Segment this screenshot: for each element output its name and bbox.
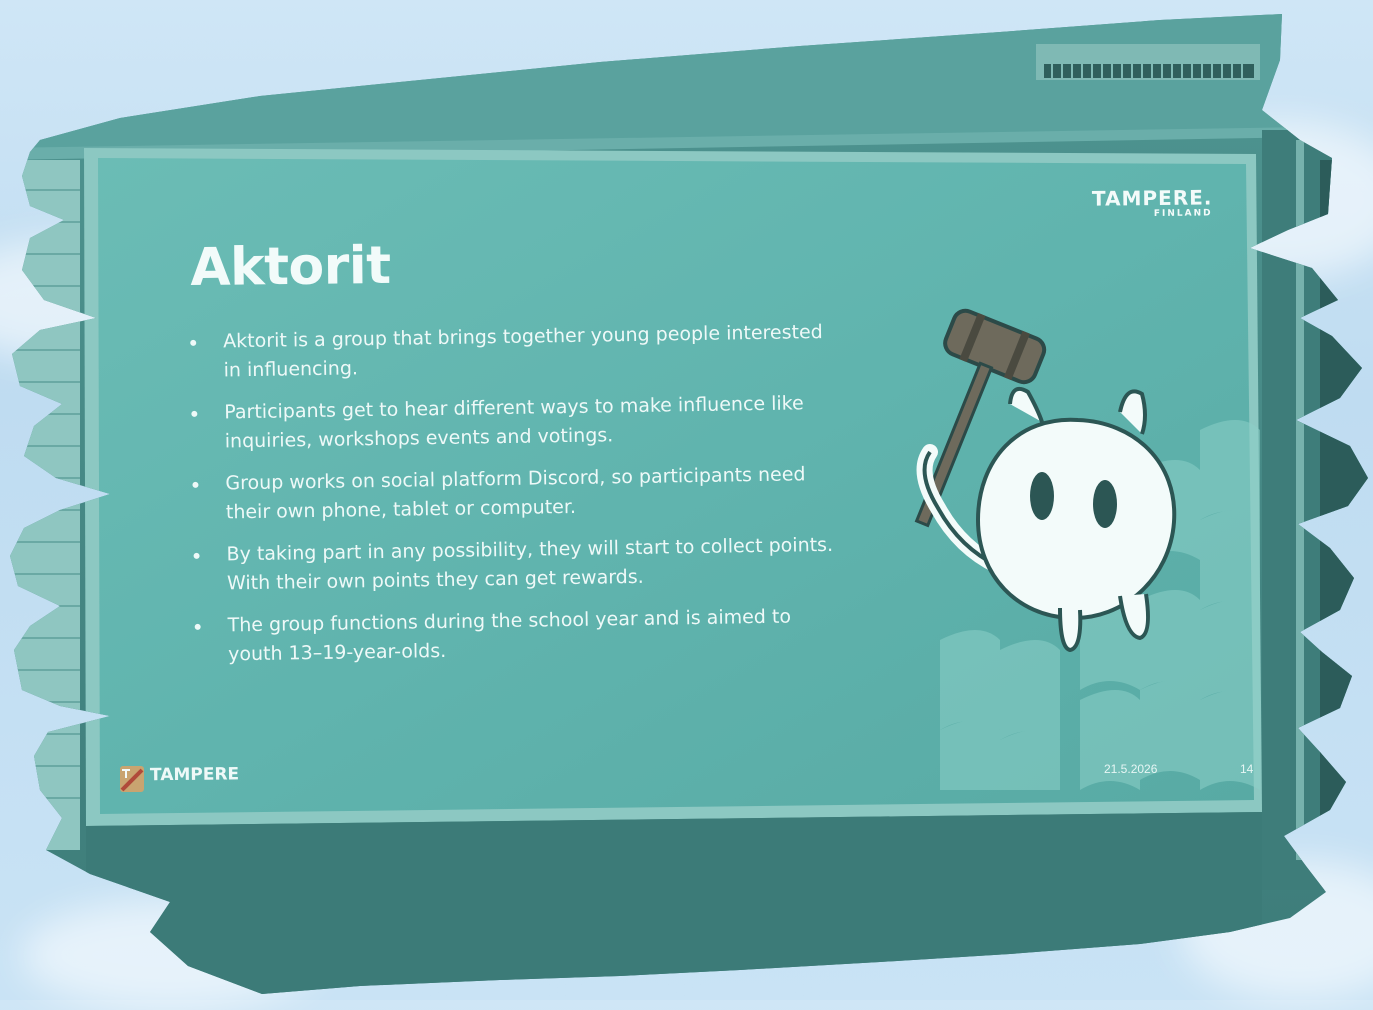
slide-page-number: 14 — [1240, 762, 1254, 776]
slide-date: 21.5.2026 — [1104, 762, 1158, 776]
bullet-dot-icon — [193, 552, 200, 559]
bullet-item: Group works on social platform Discord, … — [188, 460, 839, 528]
bullet-list: Aktorit is a group that brings together … — [186, 318, 841, 683]
bullet-text: By taking part in any possibility, they … — [226, 533, 834, 595]
brand-main-text: TAMPERE. — [1091, 185, 1213, 211]
bullet-dot-icon — [194, 623, 201, 630]
footer-logo: TAMPERE — [116, 764, 239, 785]
bullet-item: Aktorit is a group that brings together … — [186, 318, 837, 386]
bullet-text: Group works on social platform Discord, … — [225, 463, 806, 524]
bullet-dot-icon — [192, 481, 199, 488]
bullet-item: By taking part in any possibility, they … — [189, 531, 840, 599]
bullet-dot-icon — [190, 339, 197, 346]
bullet-item: The group functions during the school ye… — [190, 602, 841, 670]
tampere-finland-logo: TAMPERE. FINLAND — [1092, 185, 1213, 219]
bullet-item: Participants get to hear different ways … — [187, 389, 838, 457]
bullet-text: The group functions during the school ye… — [227, 605, 792, 666]
slide-title: Aktorit — [190, 235, 391, 298]
bullet-text: Aktorit is a group that brings together … — [223, 321, 823, 382]
bullet-text: Participants get to hear different ways … — [224, 392, 804, 453]
cat-eye — [1030, 472, 1054, 520]
bullet-dot-icon — [191, 410, 198, 417]
cat-eye — [1093, 480, 1117, 528]
footer-brand-name: TAMPERE — [149, 764, 240, 786]
